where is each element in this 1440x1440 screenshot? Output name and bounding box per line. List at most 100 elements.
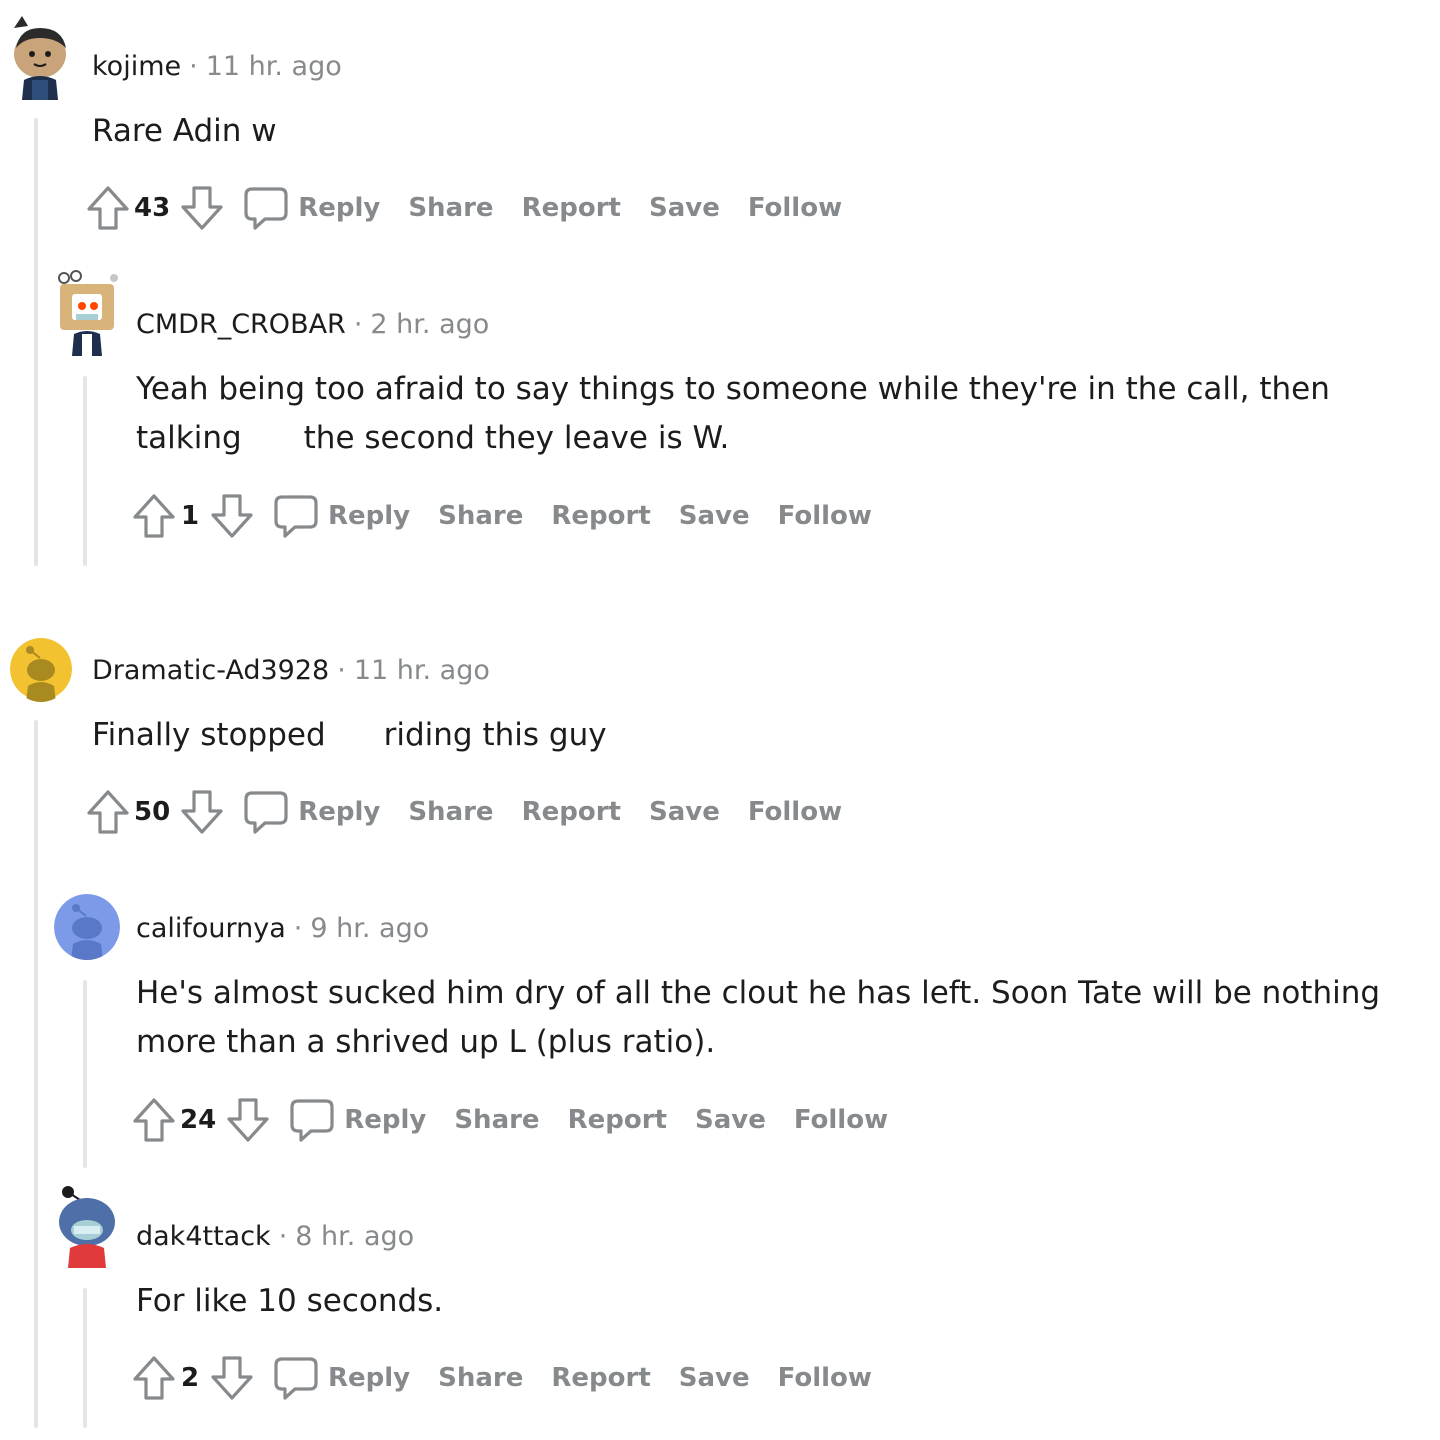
report-button[interactable]: Report [551,1363,650,1393]
share-button[interactable]: Share [408,797,493,827]
report-button[interactable]: Report [568,1105,667,1135]
report-button[interactable]: Report [522,797,621,827]
comment-actions: 24 Reply Share Report Save Follow [132,1096,888,1144]
author-name[interactable]: Dramatic-Ad3928 [92,655,329,686]
comment-text-segment: the second they leave is W. [303,420,730,456]
author-name[interactable]: dak4ttack [136,1221,271,1252]
comment-text-line: talking the second they leave is W. [136,414,1386,463]
timestamp[interactable]: 9 hr. ago [310,913,429,944]
speech-bubble-icon [288,1096,336,1144]
save-button[interactable]: Save [649,193,720,223]
vote-score: 24 [180,1105,217,1135]
comment-text-line: He's almost sucked him dry of all the cl… [136,975,1381,1011]
save-button[interactable]: Save [695,1105,766,1135]
timestamp[interactable]: 2 hr. ago [370,309,489,340]
report-button[interactable]: Report [522,193,621,223]
upvote-arrow-icon[interactable] [132,1354,176,1402]
author-name[interactable]: califournya [136,913,286,944]
downvote-arrow-icon[interactable] [210,492,254,540]
comment-text-line: Finally stopped riding this guy [92,711,607,760]
thread-line-califournya[interactable] [83,980,87,1168]
comment-text-line: Yeah being too afraid to say things to s… [136,371,1330,407]
follow-button[interactable]: Follow [794,1105,888,1135]
avatar[interactable] [54,270,120,356]
vote-score: 2 [180,1363,200,1393]
reply-button[interactable]: Reply [242,184,380,232]
reply-button[interactable]: Reply [242,788,380,836]
share-button[interactable]: Share [454,1105,539,1135]
upvote-arrow-icon[interactable] [132,1096,176,1144]
comment-text-segment: talking [136,420,242,456]
downvote-arrow-icon[interactable] [210,1354,254,1402]
share-button[interactable]: Share [438,1363,523,1393]
speech-bubble-icon [242,788,290,836]
timestamp[interactable]: 11 hr. ago [354,655,490,686]
timestamp[interactable]: 8 hr. ago [295,1221,414,1252]
save-button[interactable]: Save [679,1363,750,1393]
comment-text-segment: riding this guy [383,717,607,753]
reply-label: Reply [298,797,381,827]
avatar[interactable] [54,1182,120,1268]
comment-text-segment: Finally stopped [92,717,326,753]
separator-dot: · [189,51,198,82]
save-button[interactable]: Save [649,797,720,827]
avatar[interactable] [54,894,120,960]
separator-dot: · [353,309,363,340]
comment-text: Rare Adin w [92,113,277,149]
comment-meta: dak4ttack · 8 hr. ago [136,1220,414,1254]
comment-meta: Dramatic-Ad3928 · 11 hr. ago [92,654,490,688]
comment-meta: CMDR_CROBAR · 2 hr. ago [136,308,489,342]
author-name[interactable]: kojime [92,51,181,82]
comment-body: For like 10 seconds. [136,1277,443,1326]
follow-button[interactable]: Follow [778,1363,872,1393]
reply-label: Reply [298,193,381,223]
reply-button[interactable]: Reply [272,492,410,540]
vote-score: 43 [134,193,171,223]
share-button[interactable]: Share [408,193,493,223]
author-name[interactable]: CMDR_CROBAR [136,309,346,340]
vote-score: 1 [180,501,200,531]
upvote-arrow-icon[interactable] [86,788,130,836]
thread-line-cmdr-crobar[interactable] [83,376,87,566]
report-button[interactable]: Report [551,501,650,531]
comment-body: Finally stopped riding this guy [92,711,607,760]
reply-label: Reply [328,501,411,531]
comment-text: For like 10 seconds. [136,1283,444,1319]
separator-dot: · [337,655,346,686]
downvote-arrow-icon[interactable] [180,184,224,232]
avatar[interactable] [10,14,70,100]
timestamp[interactable]: 11 hr. ago [206,51,342,82]
avatar[interactable] [10,636,72,702]
thread-line-dramatic[interactable] [34,720,38,1428]
save-button[interactable]: Save [679,501,750,531]
comment-body: Yeah being too afraid to say things to s… [136,365,1386,463]
comment-actions: 43 Reply Share Report Save Follow [86,184,842,232]
follow-button[interactable]: Follow [748,193,842,223]
follow-button[interactable]: Follow [748,797,842,827]
downvote-arrow-icon[interactable] [226,1096,270,1144]
comment-body: He's almost sucked him dry of all the cl… [136,969,1416,1067]
thread-line-kojime[interactable] [34,118,38,566]
comment-meta: kojime · 11 hr. ago [92,50,342,84]
comment-meta: califournya · 9 hr. ago [136,912,429,946]
separator-dot: · [278,1221,288,1252]
downvote-arrow-icon[interactable] [180,788,224,836]
upvote-arrow-icon[interactable] [132,492,176,540]
comment-body: Rare Adin w [92,107,277,156]
comment-actions: 2 Reply Share Report Save Follow [132,1354,872,1402]
follow-button[interactable]: Follow [778,501,872,531]
reply-label: Reply [344,1105,427,1135]
reply-button[interactable]: Reply [288,1096,426,1144]
comment-actions: 50 Reply Share Report Save Follow [86,788,842,836]
speech-bubble-icon [242,184,290,232]
reply-label: Reply [328,1363,411,1393]
thread-line-dak4ttack[interactable] [83,1288,87,1428]
speech-bubble-icon [272,492,320,540]
speech-bubble-icon [272,1354,320,1402]
vote-score: 50 [134,797,171,827]
share-button[interactable]: Share [438,501,523,531]
upvote-arrow-icon[interactable] [86,184,130,232]
separator-dot: · [293,913,303,944]
comment-text-line: more than a shrived up L (plus ratio). [136,1024,716,1060]
reply-button[interactable]: Reply [272,1354,410,1402]
